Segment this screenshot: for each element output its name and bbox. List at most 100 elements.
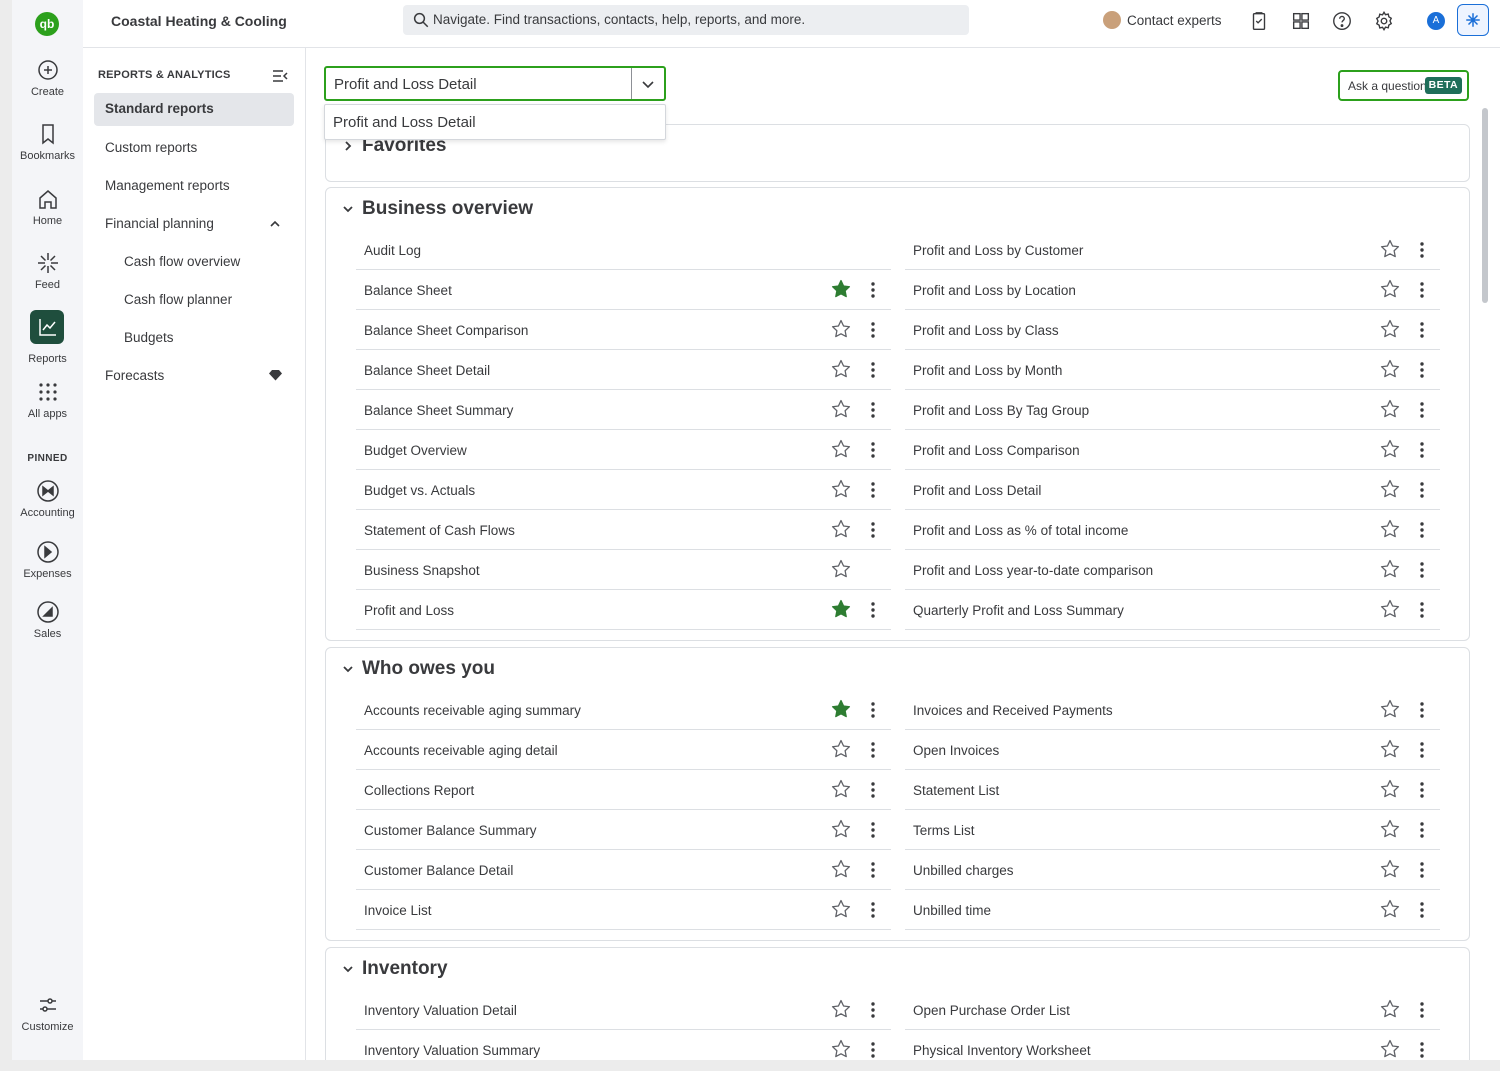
more-options-icon[interactable] bbox=[1412, 1040, 1432, 1060]
more-options-icon[interactable] bbox=[863, 1000, 883, 1020]
report-link[interactable]: Statement of Cash Flows bbox=[364, 523, 515, 538]
main-scrollbar[interactable] bbox=[1482, 108, 1488, 303]
more-options-icon[interactable] bbox=[1412, 440, 1432, 460]
more-options-icon[interactable] bbox=[863, 700, 883, 720]
report-row[interactable]: Statement List bbox=[905, 770, 1440, 810]
favorite-star-outline-icon[interactable] bbox=[830, 898, 852, 920]
nav-standard-reports[interactable]: Standard reports bbox=[94, 93, 294, 126]
favorite-star-outline-icon[interactable] bbox=[1379, 438, 1401, 460]
favorite-star-outline-icon[interactable] bbox=[830, 998, 852, 1020]
report-link[interactable]: Profit and Loss bbox=[364, 603, 454, 618]
rail-create[interactable]: Create bbox=[12, 58, 83, 98]
favorite-star-outline-icon[interactable] bbox=[830, 438, 852, 460]
more-options-icon[interactable] bbox=[1412, 360, 1432, 380]
quickbooks-logo[interactable]: qb bbox=[35, 12, 59, 36]
rail-sales[interactable]: Sales bbox=[12, 600, 83, 640]
favorite-star-outline-icon[interactable] bbox=[1379, 318, 1401, 340]
report-row[interactable]: Customer Balance Detail bbox=[356, 850, 891, 890]
nav-financial-planning[interactable]: Financial planning bbox=[105, 216, 214, 231]
report-row[interactable]: Profit and Loss by Class bbox=[905, 310, 1440, 350]
report-row[interactable]: Inventory Valuation Summary bbox=[356, 1030, 891, 1060]
more-options-icon[interactable] bbox=[1412, 320, 1432, 340]
report-row[interactable]: Balance Sheet Comparison bbox=[356, 310, 891, 350]
rail-customize[interactable]: Customize bbox=[12, 993, 83, 1033]
section-header[interactable]: Business overview bbox=[342, 198, 533, 220]
more-options-icon[interactable] bbox=[1412, 280, 1432, 300]
account-avatar[interactable]: A bbox=[1427, 12, 1445, 30]
more-options-icon[interactable] bbox=[1412, 1000, 1432, 1020]
report-link[interactable]: Accounts receivable aging detail bbox=[364, 743, 558, 758]
report-link[interactable]: Balance Sheet Detail bbox=[364, 363, 490, 378]
report-link[interactable]: Profit and Loss Comparison bbox=[913, 443, 1080, 458]
report-row[interactable]: Statement of Cash Flows bbox=[356, 510, 891, 550]
report-row[interactable]: Collections Report bbox=[356, 770, 891, 810]
report-link[interactable]: Inventory Valuation Detail bbox=[364, 1003, 517, 1018]
favorite-star-outline-icon[interactable] bbox=[830, 738, 852, 760]
favorite-star-outline-icon[interactable] bbox=[1379, 858, 1401, 880]
report-link[interactable]: Quarterly Profit and Loss Summary bbox=[913, 603, 1124, 618]
report-link[interactable]: Profit and Loss Detail bbox=[913, 483, 1041, 498]
favorite-star-outline-icon[interactable] bbox=[1379, 278, 1401, 300]
more-options-icon[interactable] bbox=[863, 440, 883, 460]
favorite-star-outline-icon[interactable] bbox=[1379, 1038, 1401, 1060]
more-options-icon[interactable] bbox=[1412, 900, 1432, 920]
report-row[interactable]: Budget vs. Actuals bbox=[356, 470, 891, 510]
report-link[interactable]: Customer Balance Detail bbox=[364, 863, 513, 878]
favorite-star-outline-icon[interactable] bbox=[830, 518, 852, 540]
report-link[interactable]: Accounts receivable aging summary bbox=[364, 703, 581, 718]
nav-cash-flow-overview[interactable]: Cash flow overview bbox=[124, 254, 240, 269]
more-options-icon[interactable] bbox=[1412, 600, 1432, 620]
report-link[interactable]: Profit and Loss By Tag Group bbox=[913, 403, 1089, 418]
report-row[interactable]: Open Purchase Order List bbox=[905, 990, 1440, 1030]
report-link[interactable]: Physical Inventory Worksheet bbox=[913, 1043, 1091, 1058]
report-link[interactable]: Profit and Loss by Customer bbox=[913, 243, 1083, 258]
favorite-star-outline-icon[interactable] bbox=[830, 818, 852, 840]
favorite-star-outline-icon[interactable] bbox=[1379, 738, 1401, 760]
report-link[interactable]: Balance Sheet Summary bbox=[364, 403, 513, 418]
dropdown-option[interactable]: Profit and Loss Detail bbox=[333, 114, 476, 131]
more-options-icon[interactable] bbox=[863, 900, 883, 920]
ai-assistant-button[interactable] bbox=[1457, 4, 1489, 36]
report-row[interactable]: Budget Overview bbox=[356, 430, 891, 470]
favorite-star-outline-icon[interactable] bbox=[830, 558, 852, 580]
more-options-icon[interactable] bbox=[863, 820, 883, 840]
report-row[interactable]: Profit and Loss by Customer bbox=[905, 230, 1440, 270]
report-link[interactable]: Inventory Valuation Summary bbox=[364, 1043, 540, 1058]
nav-cash-flow-planner[interactable]: Cash flow planner bbox=[124, 292, 232, 307]
more-options-icon[interactable] bbox=[863, 1040, 883, 1060]
report-row[interactable]: Quarterly Profit and Loss Summary bbox=[905, 590, 1440, 630]
more-options-icon[interactable] bbox=[1412, 480, 1432, 500]
report-link[interactable]: Profit and Loss as % of total income bbox=[913, 523, 1128, 538]
help-icon[interactable] bbox=[1331, 10, 1353, 32]
more-options-icon[interactable] bbox=[863, 320, 883, 340]
favorite-star-outline-icon[interactable] bbox=[1379, 778, 1401, 800]
report-row[interactable]: Profit and Loss Detail bbox=[905, 470, 1440, 510]
favorite-star-filled-icon[interactable] bbox=[830, 598, 852, 620]
favorite-star-outline-icon[interactable] bbox=[830, 398, 852, 420]
chevron-up-icon[interactable] bbox=[269, 218, 281, 230]
favorite-star-outline-icon[interactable] bbox=[1379, 518, 1401, 540]
favorite-star-outline-icon[interactable] bbox=[830, 1038, 852, 1060]
more-options-icon[interactable] bbox=[1412, 860, 1432, 880]
favorite-star-outline-icon[interactable] bbox=[1379, 698, 1401, 720]
more-options-icon[interactable] bbox=[1412, 740, 1432, 760]
report-link[interactable]: Balance Sheet bbox=[364, 283, 452, 298]
nav-budgets[interactable]: Budgets bbox=[124, 330, 174, 345]
chevron-down-icon[interactable] bbox=[640, 76, 656, 92]
favorite-star-filled-icon[interactable] bbox=[830, 278, 852, 300]
report-link[interactable]: Business Snapshot bbox=[364, 563, 480, 578]
report-row[interactable]: Profit and Loss by Location bbox=[905, 270, 1440, 310]
company-name[interactable]: Coastal Heating & Cooling bbox=[111, 13, 287, 29]
report-row[interactable]: Profit and Loss Comparison bbox=[905, 430, 1440, 470]
report-link[interactable]: Collections Report bbox=[364, 783, 474, 798]
global-search-input[interactable]: Navigate. Find transactions, contacts, h… bbox=[403, 5, 969, 35]
report-search-combobox[interactable]: Profit and Loss Detail bbox=[324, 66, 666, 101]
report-link[interactable]: Profit and Loss by Class bbox=[913, 323, 1059, 338]
report-row[interactable]: Accounts receivable aging summary bbox=[356, 690, 891, 730]
more-options-icon[interactable] bbox=[1412, 240, 1432, 260]
contact-experts-button[interactable]: Contact experts bbox=[1103, 8, 1222, 32]
favorite-star-outline-icon[interactable] bbox=[1379, 358, 1401, 380]
report-link[interactable]: Open Invoices bbox=[913, 743, 999, 758]
more-options-icon[interactable] bbox=[863, 360, 883, 380]
rail-reports[interactable]: Reports bbox=[12, 315, 83, 365]
